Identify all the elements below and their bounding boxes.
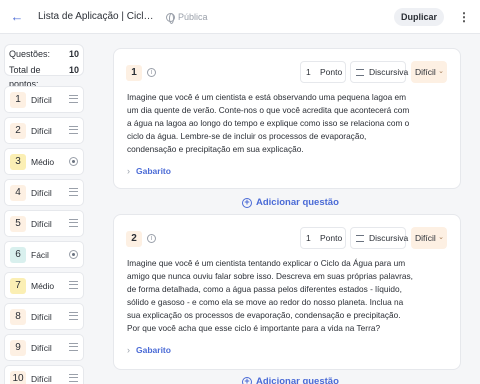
- points-unit: Ponto: [320, 67, 343, 77]
- question-nav-item[interactable]: 8 Difícil: [4, 303, 84, 330]
- visibility-label: Pública: [178, 12, 208, 22]
- globe-icon: [166, 12, 175, 24]
- points-field[interactable]: 1 Ponto: [300, 61, 346, 83]
- info-icon[interactable]: i: [147, 68, 156, 77]
- question-number: 3: [10, 154, 26, 170]
- plus-circle-icon: +: [242, 376, 252, 384]
- chevron-right-icon: ›: [127, 166, 130, 176]
- question-type-label: Discursiva: [369, 67, 409, 77]
- question-type-select[interactable]: Discursiva: [350, 61, 409, 83]
- text-lines-icon: [69, 126, 78, 134]
- question-type-select[interactable]: Discursiva: [350, 227, 409, 249]
- difficulty-value: Difícil: [415, 233, 436, 243]
- radio-button-icon: [69, 157, 78, 166]
- difficulty-label: Médio: [31, 157, 55, 167]
- add-question-button[interactable]: + Adicionar questão: [242, 376, 339, 384]
- question-nav-item[interactable]: 3 Médio: [4, 148, 84, 175]
- points-value: 1: [306, 233, 311, 243]
- text-lines-icon: [69, 343, 78, 351]
- questions-count-value: 10: [68, 49, 79, 59]
- question-number: 8: [10, 309, 26, 325]
- questions-count-label: Questões:: [9, 49, 51, 59]
- question-number: 7: [10, 278, 26, 294]
- answer-key-label: Gabarito: [136, 345, 171, 355]
- plus-circle-icon: +: [242, 197, 252, 208]
- question-number: 4: [10, 185, 26, 201]
- question-type-label: Discursiva: [369, 233, 409, 243]
- chevron-down-icon: ⌄: [438, 68, 444, 75]
- duplicate-button[interactable]: Duplicar: [394, 8, 444, 26]
- question-nav-item[interactable]: 7 Médio: [4, 272, 84, 299]
- add-question-button[interactable]: + Adicionar questão: [242, 197, 339, 208]
- question-text: Imagine que você é um cientista e está o…: [127, 92, 410, 154]
- points-field[interactable]: 1 Ponto: [300, 227, 346, 249]
- answer-key-toggle[interactable]: › Gabarito: [127, 166, 171, 176]
- question-nav-item[interactable]: 1 Difícil: [4, 86, 84, 113]
- question-card: 1 i 1 Ponto Discursiva Difícil ⌄ Imagine…: [113, 48, 461, 189]
- summary-panel: Questões: 10 Total de pontos: 10: [4, 44, 84, 89]
- text-lines-icon: [69, 374, 78, 382]
- question-number: 6: [10, 247, 26, 263]
- difficulty-label: Difícil: [31, 343, 52, 353]
- question-number-badge: 1: [126, 65, 142, 81]
- text-lines-icon: [356, 235, 364, 242]
- difficulty-select[interactable]: Difícil ⌄: [411, 227, 447, 249]
- question-nav: 1 Difícil 2 Difícil 3 Médio 4 Difícil 5 Difíc…: [4, 86, 84, 384]
- difficulty-label: Difícil: [31, 219, 52, 229]
- question-number: 9: [10, 340, 26, 356]
- text-lines-icon: [69, 188, 78, 196]
- question-number: 1: [10, 92, 26, 108]
- difficulty-label: Fácil: [31, 250, 49, 260]
- question-number: 5: [10, 216, 26, 232]
- difficulty-label: Difícil: [31, 95, 52, 105]
- answer-key-toggle[interactable]: › Gabarito: [127, 345, 171, 355]
- answer-key-label: Gabarito: [136, 166, 171, 176]
- difficulty-label: Difícil: [31, 312, 52, 322]
- add-question-label: Adicionar questão: [256, 376, 339, 384]
- question-number: 10: [10, 371, 26, 384]
- visibility-indicator[interactable]: Pública: [166, 12, 208, 24]
- top-bar: ← Lista de Aplicação | Ciclo d... Públic…: [0, 0, 480, 34]
- text-lines-icon: [69, 281, 78, 289]
- points-unit: Ponto: [320, 233, 343, 243]
- question-nav-item[interactable]: 6 Fácil: [4, 241, 84, 268]
- difficulty-select[interactable]: Difícil ⌄: [411, 61, 447, 83]
- info-icon[interactable]: i: [147, 234, 156, 243]
- text-lines-icon: [69, 95, 78, 103]
- text-lines-icon: [69, 219, 78, 227]
- question-number-badge: 2: [126, 231, 142, 247]
- text-lines-icon: [69, 312, 78, 320]
- total-points-label: Total de pontos:: [9, 65, 41, 89]
- question-text: Imagine que você é um cientista tentando…: [127, 258, 413, 333]
- more-options-icon[interactable]: ⋮: [458, 9, 470, 25]
- back-arrow-icon[interactable]: ←: [10, 10, 24, 24]
- question-nav-item[interactable]: 2 Difícil: [4, 117, 84, 144]
- total-points-value: 10: [68, 65, 79, 75]
- difficulty-label: Difícil: [31, 126, 52, 136]
- points-value: 1: [306, 67, 311, 77]
- difficulty-label: Difícil: [31, 188, 52, 198]
- chevron-down-icon: ⌄: [438, 234, 444, 241]
- text-lines-icon: [356, 69, 364, 76]
- question-nav-item[interactable]: 5 Difícil: [4, 210, 84, 237]
- difficulty-label: Médio: [31, 281, 55, 291]
- question-nav-item[interactable]: 4 Difícil: [4, 179, 84, 206]
- chevron-right-icon: ›: [127, 345, 130, 355]
- difficulty-value: Difícil: [415, 67, 436, 77]
- question-card: 2 i 1 Ponto Discursiva Difícil ⌄ Imagine…: [113, 214, 461, 370]
- question-number: 2: [10, 123, 26, 139]
- question-nav-item[interactable]: 10 Difícil: [4, 365, 84, 384]
- question-nav-item[interactable]: 9 Difícil: [4, 334, 84, 361]
- difficulty-label: Difícil: [31, 374, 52, 384]
- add-question-label: Adicionar questão: [256, 197, 339, 208]
- radio-button-icon: [69, 250, 78, 259]
- page-title: Lista de Aplicação | Ciclo d...: [38, 11, 158, 22]
